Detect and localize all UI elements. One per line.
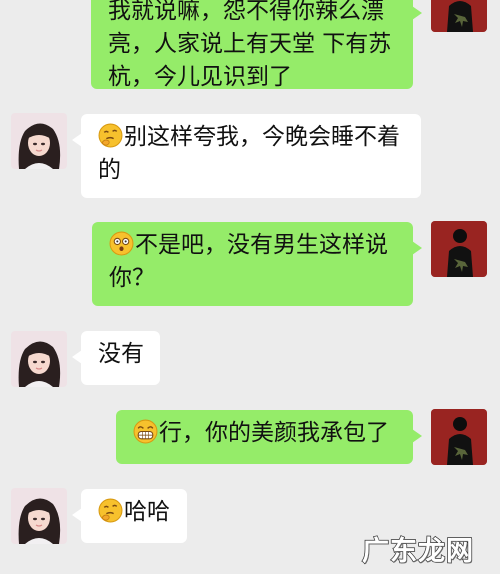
my-avatar[interactable] bbox=[431, 0, 487, 32]
message-text: 别这样夸我，今晚会睡不着的 bbox=[98, 124, 400, 183]
message-text: 我就说嘛，怨不得你辣么漂亮，人家说上有天堂 下有苏杭，今儿见识到了 bbox=[108, 0, 392, 90]
contact-avatar[interactable] bbox=[11, 113, 67, 169]
message-text: 哈哈 bbox=[124, 499, 170, 525]
message-bubble-received[interactable]: 哈哈 bbox=[72, 489, 187, 543]
message-text: 不是吧，没有男生这样说你？ bbox=[109, 232, 388, 291]
thinking-face-icon bbox=[98, 123, 123, 148]
message-bubble-sent[interactable]: 不是吧，没有男生这样说你？ bbox=[92, 222, 422, 306]
message-text: 没有 bbox=[98, 341, 144, 367]
my-avatar[interactable] bbox=[431, 409, 487, 465]
message-bubble-received[interactable]: 没有 bbox=[72, 331, 160, 385]
contact-avatar[interactable] bbox=[11, 488, 67, 544]
my-avatar[interactable] bbox=[431, 221, 487, 277]
message-bubble-sent[interactable]: 我就说嘛，怨不得你辣么漂亮，人家说上有天堂 下有苏杭，今儿见识到了 bbox=[91, 0, 422, 90]
surprised-face-icon bbox=[109, 231, 134, 256]
grinning-face-icon bbox=[133, 419, 158, 444]
contact-avatar[interactable] bbox=[11, 331, 67, 387]
thinking-face-icon bbox=[98, 498, 123, 523]
watermark-text: 广东龙网 bbox=[361, 535, 474, 568]
message-bubble-sent[interactable]: 行，你的美颜我承包了 bbox=[116, 410, 422, 464]
message-text: 行，你的美颜我承包了 bbox=[159, 420, 389, 446]
message-bubble-received[interactable]: 别这样夸我，今晚会睡不着的 bbox=[72, 114, 421, 198]
